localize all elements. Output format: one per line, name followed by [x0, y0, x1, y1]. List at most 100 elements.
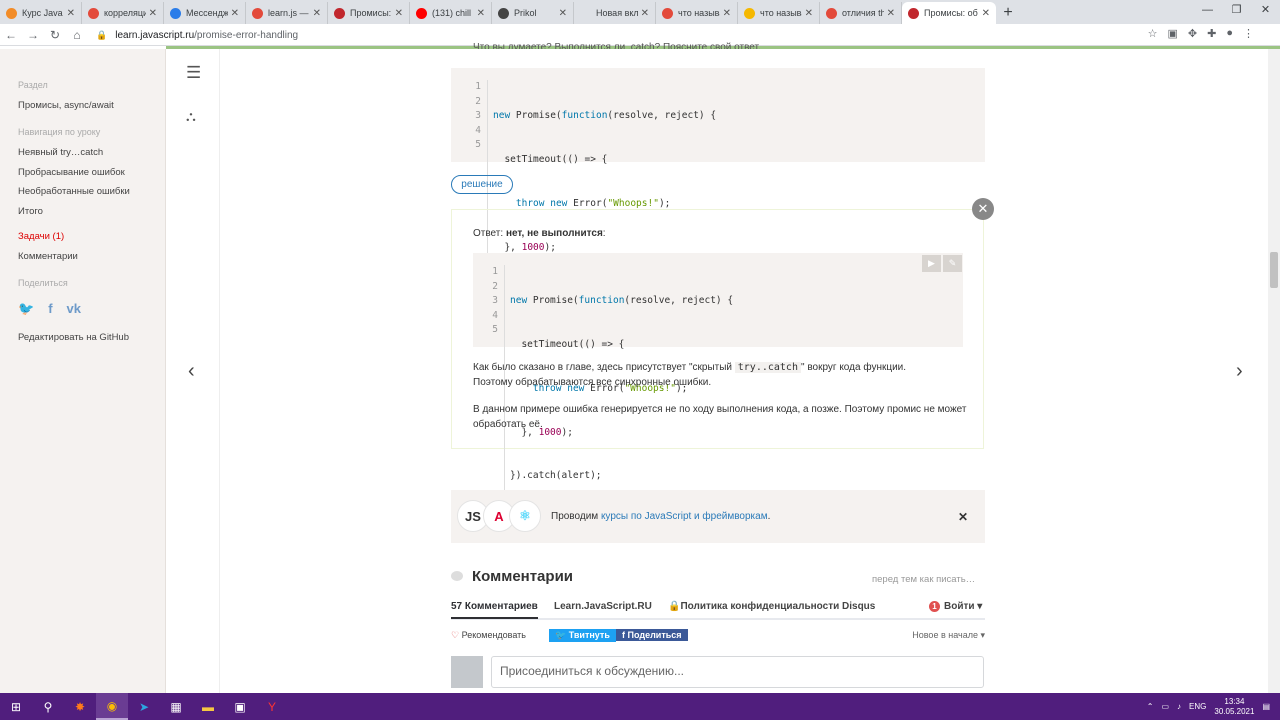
nav-item-unhandled[interactable]: Необработанные ошибки: [18, 186, 130, 197]
login-button[interactable]: 1 Войти ▾: [929, 601, 982, 612]
favicon-icon: [252, 7, 263, 19]
sort-dropdown[interactable]: Новое в начале ▾: [912, 630, 985, 641]
network-icon[interactable]: ▭: [1161, 702, 1169, 711]
lock-icon: 🔒: [96, 29, 108, 40]
close-tab-icon[interactable]: ✕: [395, 8, 403, 19]
hamburger-menu-icon[interactable]: ☰: [186, 63, 201, 83]
comments-hint-link[interactable]: перед тем как писать…: [872, 574, 975, 585]
browser-tab[interactable]: Курс Java Coll✕: [0, 2, 82, 24]
facebook-icon[interactable]: f: [48, 301, 52, 317]
code-line: }).catch(alert);: [510, 470, 602, 482]
avast-icon[interactable]: ✸: [64, 693, 96, 720]
profile-avatar[interactable]: ●: [1226, 27, 1233, 40]
minimize-button[interactable]: —: [1193, 0, 1222, 22]
tray-arrow-icon[interactable]: ⌃: [1147, 702, 1154, 711]
browser-tab[interactable]: Мессенджер✕: [164, 2, 246, 24]
nav-item-implicit-try[interactable]: Неявный try…catch: [18, 147, 103, 158]
vk-icon[interactable]: vk: [67, 301, 81, 317]
browser-tab[interactable]: что называе✕: [656, 2, 738, 24]
close-tab-icon[interactable]: ✕: [559, 8, 567, 19]
file-explorer-icon[interactable]: ▬: [192, 693, 224, 720]
notifications-icon[interactable]: ▤: [1262, 702, 1270, 711]
sort-label: Новое в начале: [912, 630, 978, 640]
language-indicator[interactable]: ENG: [1189, 702, 1206, 711]
close-window-button[interactable]: ✕: [1251, 0, 1280, 22]
answer-colon: :: [602, 228, 606, 239]
browser-tab[interactable]: (131) chill lofi✕: [410, 2, 492, 24]
browser-tab[interactable]: корреляция -✕: [82, 2, 164, 24]
windows-start-icon[interactable]: ⊞: [0, 693, 32, 720]
scrollbar-thumb[interactable]: [1270, 252, 1278, 288]
home-icon[interactable]: ⌂: [66, 28, 88, 42]
menu-dots-icon[interactable]: ⋮: [1243, 27, 1254, 40]
framework-logos: JS A ⚛: [457, 500, 541, 532]
prev-lesson-arrow[interactable]: ‹: [188, 360, 195, 383]
run-code-icon[interactable]: ▶: [922, 255, 941, 272]
close-tab-icon[interactable]: ✕: [231, 8, 239, 19]
close-tab-icon[interactable]: ✕: [723, 8, 731, 19]
extension-icon[interactable]: ▣: [1168, 27, 1178, 40]
close-tab-icon[interactable]: ✕: [67, 8, 75, 19]
edit-on-github-link[interactable]: Редактировать на GitHub: [18, 332, 129, 343]
telegram-icon[interactable]: ➤: [128, 693, 160, 720]
close-tab-icon[interactable]: ✕: [313, 8, 321, 19]
browser-tab[interactable]: learn.js — Янд✕: [246, 2, 328, 24]
close-solution-icon[interactable]: ✕: [972, 198, 994, 220]
nav-item-tasks[interactable]: Задачи (1): [18, 231, 64, 242]
browser-tab[interactable]: отличия thene✕: [820, 2, 902, 24]
forward-icon[interactable]: →: [22, 28, 44, 42]
close-tab-icon[interactable]: ✕: [982, 8, 990, 19]
tab-title: Prikol: [514, 8, 537, 18]
browser-tab[interactable]: Промисы: об✕: [902, 2, 996, 24]
page-scrollbar[interactable]: [1268, 49, 1280, 693]
solution-button[interactable]: решение: [451, 175, 513, 194]
code-toolbar: ▶ ✎: [922, 255, 962, 272]
browser-tab[interactable]: Prikol ✕: [492, 2, 574, 24]
next-lesson-arrow[interactable]: ›: [1236, 360, 1243, 383]
sitemap-icon[interactable]: ⛬: [186, 108, 196, 125]
tab-strip: Курс Java Coll✕корреляция -✕Мессенджер✕l…: [0, 0, 1280, 24]
search-icon[interactable]: ⚲: [32, 693, 64, 720]
browser-tab[interactable]: что называе✕: [738, 2, 820, 24]
tab-comments-count[interactable]: 57 Комментариев: [451, 601, 538, 619]
promo-prefix: Проводим: [551, 511, 601, 522]
intellij-icon[interactable]: ▦: [160, 693, 192, 720]
tweet-label: Твитнуть: [568, 630, 610, 640]
code-line: setTimeout(() => {: [493, 153, 608, 165]
back-icon[interactable]: ←: [0, 28, 22, 42]
recommend-button[interactable]: ♡ Рекомендовать: [451, 630, 526, 641]
bookmark-star-icon[interactable]: ☆: [1148, 27, 1158, 40]
clock[interactable]: 13:34 30.05.2021: [1214, 697, 1254, 717]
puzzle-icon[interactable]: ✚: [1207, 27, 1216, 40]
reload-icon[interactable]: ↻: [44, 28, 66, 42]
chrome-icon[interactable]: ◉: [96, 693, 128, 720]
browser-tab[interactable]: Новая вкладка✕: [574, 2, 656, 24]
extension-icon-2[interactable]: ✥: [1188, 27, 1197, 40]
tab-privacy[interactable]: 🔒Политика конфиденциальности Disqus: [668, 601, 875, 612]
close-tab-icon[interactable]: ✕: [805, 8, 813, 19]
close-tab-icon[interactable]: ✕: [887, 8, 895, 19]
nav-item-rethrow[interactable]: Пробрасывание ошибок: [18, 167, 125, 178]
app-window-icon[interactable]: ▣: [224, 693, 256, 720]
volume-icon[interactable]: ♪: [1177, 702, 1181, 711]
facebook-share-button[interactable]: f Поделиться: [616, 629, 688, 641]
courses-link[interactable]: курсы по JavaScript и фреймворкам: [601, 511, 768, 522]
section-link[interactable]: Промисы, async/await: [18, 100, 114, 111]
close-tab-icon[interactable]: ✕: [149, 8, 157, 19]
tweet-button[interactable]: 🐦 Твитнуть: [549, 629, 616, 642]
edit-sandbox-icon[interactable]: ✎: [943, 255, 962, 272]
nav-item-comments[interactable]: Комментарии: [18, 251, 78, 262]
close-tab-icon[interactable]: ✕: [477, 8, 485, 19]
close-promo-icon[interactable]: ✕: [958, 510, 968, 524]
join-discussion-input[interactable]: Присоединиться к обсуждению...: [491, 656, 984, 688]
sidebar: Раздел Промисы, async/await Навигация по…: [0, 49, 166, 693]
nav-item-summary[interactable]: Итого: [18, 206, 43, 217]
browser-tab[interactable]: Промисы: об✕: [328, 2, 410, 24]
tab-site[interactable]: Learn.JavaScript.RU: [554, 601, 652, 612]
twitter-icon[interactable]: 🐦: [18, 301, 34, 317]
yandex-browser-icon[interactable]: Y: [256, 693, 288, 720]
close-tab-icon[interactable]: ✕: [641, 8, 649, 19]
new-tab-button[interactable]: +: [996, 2, 1020, 24]
facebook-icon: f: [622, 630, 625, 640]
maximize-button[interactable]: ❐: [1222, 0, 1251, 22]
